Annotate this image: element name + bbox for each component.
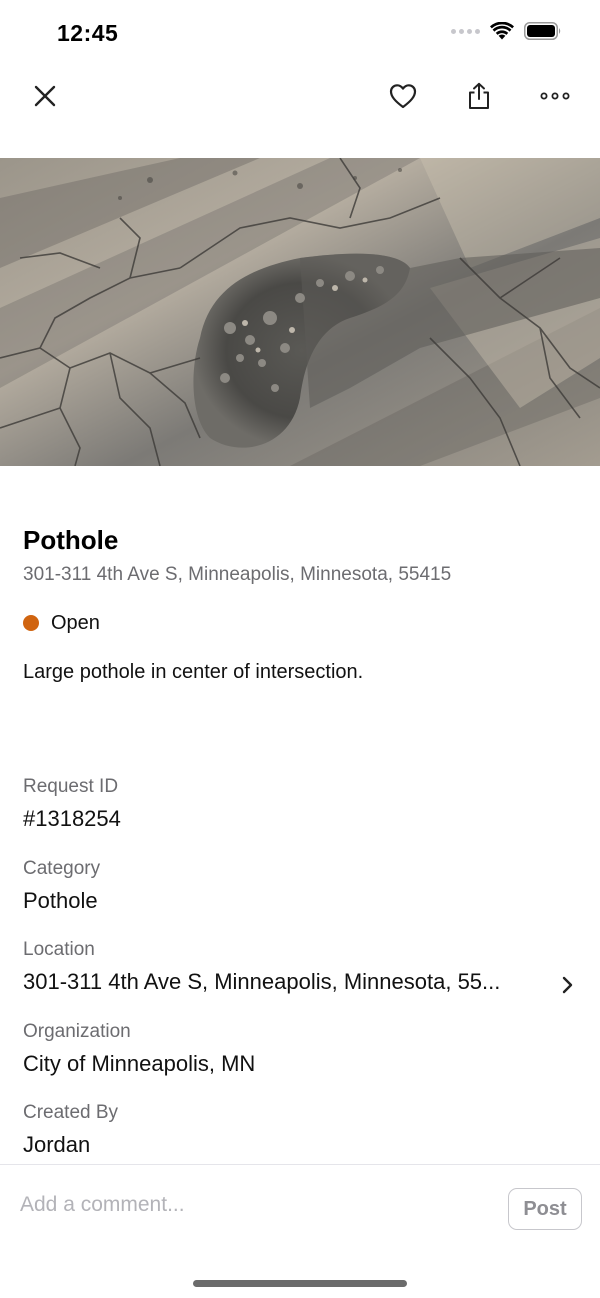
detail-request-id: Request ID #1318254: [23, 772, 583, 854]
status-icons: [451, 22, 562, 40]
comment-input[interactable]: [20, 1187, 490, 1223]
detail-label: Organization: [23, 1020, 131, 1042]
signal-icon: [451, 28, 480, 34]
heart-icon: [389, 84, 417, 109]
report-photo[interactable]: [0, 158, 600, 466]
detail-label: Location: [23, 939, 95, 960]
close-icon: [34, 85, 56, 107]
status-time: 12:45: [57, 20, 119, 46]
share-button[interactable]: [457, 74, 501, 118]
detail-value: City of Minneapolis, MN: [23, 1050, 256, 1076]
share-icon: [469, 82, 489, 109]
detail-location[interactable]: Location 301-311 4th Ave S, Minneapolis,…: [23, 935, 583, 1017]
status-dot-icon: [23, 615, 39, 631]
favorite-button[interactable]: [381, 74, 425, 118]
detail-value: Pothole: [23, 887, 98, 913]
detail-label: Created By: [23, 1102, 119, 1123]
comment-bar: Post: [0, 1164, 600, 1298]
more-button[interactable]: [533, 74, 577, 118]
battery-icon: [524, 22, 561, 40]
status-text: Open: [51, 611, 100, 634]
report-summary: Pothole 301-311 4th Ave S, Minneapolis, …: [23, 520, 583, 686]
report-title: Pothole: [23, 525, 119, 555]
detail-value: 301-311 4th Ave S, Minneapolis, Minnesot…: [23, 969, 501, 994]
chevron-right-icon: [562, 976, 573, 994]
more-icon: [540, 92, 570, 100]
detail-category: Category Pothole: [23, 854, 583, 936]
wifi-icon: [490, 22, 514, 40]
detail-value: Jordan: [23, 1132, 91, 1157]
nav-bar: [0, 70, 600, 126]
detail-organization: Organization City of Minneapolis, MN: [23, 1017, 583, 1099]
close-button[interactable]: [23, 74, 67, 118]
detail-value: #1318254: [23, 806, 121, 831]
details-list: Request ID #1318254 Category Pothole Loc…: [23, 772, 583, 1180]
pothole-photo: [0, 158, 600, 466]
report-description: Large pothole in center of intersection.: [23, 661, 364, 683]
detail-label: Category: [23, 857, 101, 879]
report-address: 301-311 4th Ave S, Minneapolis, Minnesot…: [23, 564, 452, 585]
detail-label: Request ID: [23, 776, 119, 797]
status-bar: 12:45: [0, 0, 600, 70]
status-row: Open: [23, 610, 583, 636]
home-indicator[interactable]: [193, 1280, 407, 1287]
post-button[interactable]: Post: [508, 1188, 582, 1230]
